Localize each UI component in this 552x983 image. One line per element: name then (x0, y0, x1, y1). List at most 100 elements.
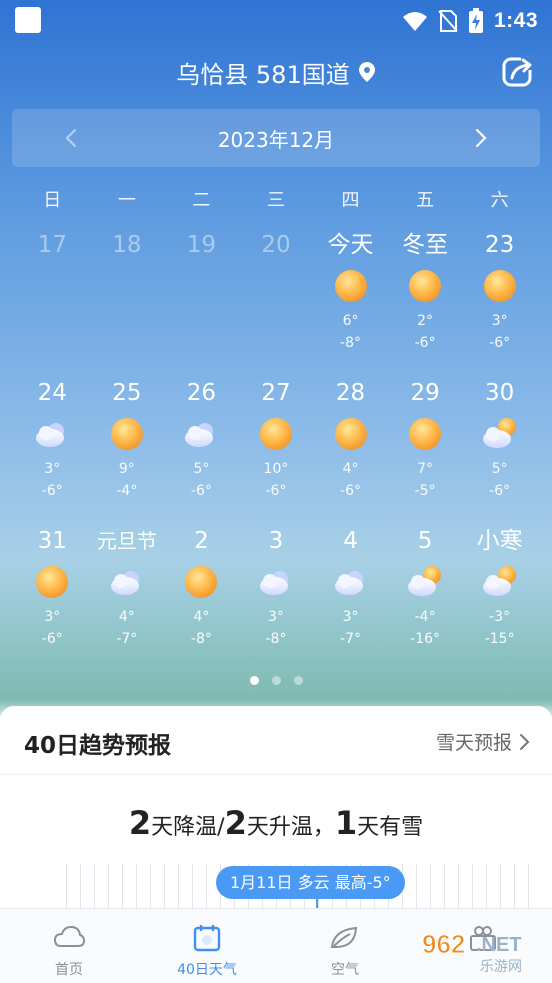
day-temps: 4° -8° (191, 606, 212, 650)
weather-icon-wrap (183, 564, 219, 600)
location-name: 乌恰县 581国道 (176, 60, 350, 89)
calendar-day[interactable]: 23 3° -6° (462, 228, 537, 376)
calendar-day[interactable]: 元旦节 4° -7° (90, 524, 165, 672)
nav-item[interactable]: 40日天气 (138, 909, 276, 983)
weather-icon-wrap (109, 416, 145, 452)
nav-label: 空气 (331, 962, 359, 978)
warming-days: 2 (224, 804, 247, 842)
calendar-day[interactable]: 3 3° -8° (239, 524, 314, 672)
calendar-day[interactable]: 25 9° -4° (90, 376, 165, 524)
day-label: 2 (194, 528, 209, 554)
calendar-day[interactable]: 今天 6° -8° (313, 228, 388, 376)
low-temp: -6° (414, 335, 436, 351)
calendar-day[interactable]: 冬至 2° -6° (388, 228, 463, 376)
day-temps: -4° -16° (410, 606, 440, 650)
day-label: 31 (37, 528, 67, 554)
weather-icon-wrap (407, 268, 443, 304)
month-label: 2023年12月 (217, 127, 335, 152)
low-temp: -5° (414, 483, 436, 499)
high-temp: 10° (263, 461, 289, 477)
day-label: 29 (410, 380, 440, 406)
calendar-day[interactable]: 29 7° -5° (388, 376, 463, 524)
calendar-grid: 17 18 19 20 今天 6° -8° 冬至 2° -6° 23 3° -6° 24 3° -6°… (15, 228, 537, 672)
warming-text: 天升温， (246, 815, 335, 840)
day-label: 3 (268, 528, 284, 554)
weather-icon-wrap (183, 416, 219, 452)
high-temp: 3° (268, 609, 284, 625)
status-time: 1:43 (493, 9, 538, 32)
low-temp: -6° (489, 483, 511, 499)
day-label: 27 (261, 380, 291, 406)
day-temps: 6° -8° (340, 310, 361, 354)
calendar-day[interactable]: 26 5° -6° (164, 376, 239, 524)
month-selector: 2023年12月 (12, 109, 540, 167)
day-label: 19 (186, 232, 217, 258)
high-temp: 3° (44, 461, 61, 477)
snow-days: 1 (334, 804, 358, 842)
weather-icon-wrap (258, 416, 294, 452)
high-temp: 3° (491, 313, 508, 329)
weather-icon-wrap (407, 564, 443, 600)
high-temp: 4° (342, 461, 359, 477)
weekday-label: 日 (43, 190, 62, 211)
day-label: 今天 (327, 232, 374, 258)
weather-icon-wrap (333, 416, 369, 452)
low-temp: -7° (340, 631, 362, 647)
weekday-label: 二 (192, 190, 211, 211)
high-temp: 3° (342, 609, 359, 625)
weather-icon-wrap (34, 564, 70, 600)
calendar-day[interactable]: 30 5° -6° (462, 376, 537, 524)
day-label: 17 (37, 232, 67, 258)
day-label: 23 (485, 232, 515, 258)
weather-icon-wrap (34, 416, 70, 452)
page-dot[interactable] (293, 676, 303, 685)
svg-text:乐游网: 乐游网 (480, 959, 522, 975)
page-dot[interactable] (249, 676, 259, 685)
snow-forecast-link[interactable]: 雪天预报 (436, 728, 530, 755)
day-temps: 3° -6° (489, 310, 510, 354)
location-selector[interactable]: 乌恰县 581国道 (176, 55, 375, 90)
calendar-icon (193, 925, 221, 952)
low-temp: -6° (489, 335, 511, 351)
weather-icon-wrap (482, 564, 518, 600)
low-temp: -7° (116, 631, 138, 647)
day-label: 26 (186, 380, 217, 406)
weather-icon-wrap (407, 416, 443, 452)
calendar-day[interactable]: 27 10° -6° (239, 376, 314, 524)
calendar-day[interactable]: 28 4° -6° (313, 376, 388, 524)
calendar-day[interactable]: 小寒 -3° -15° (462, 524, 537, 672)
sun-icon (409, 270, 442, 302)
chevron-right-icon (520, 733, 530, 750)
status-icons: 1:43 (402, 8, 538, 34)
nav-item[interactable]: 首页 (0, 909, 138, 983)
calendar-day[interactable]: 4 3° -7° (313, 524, 388, 672)
cloud-outline-icon (53, 925, 86, 947)
calendar-day[interactable]: 24 3° -6° (15, 376, 90, 524)
nav-label: 首页 (55, 962, 83, 978)
weekday-label: 三 (266, 190, 285, 211)
calendar-day[interactable]: 2 4° -8° (164, 524, 239, 672)
leaf-icon (330, 926, 358, 948)
calendar-day[interactable]: 5 -4° -16° (388, 524, 463, 672)
high-temp: 4° (193, 609, 210, 625)
trend-tooltip: 1月11日 多云 最高-5° (216, 866, 405, 899)
low-temp: -15° (484, 631, 515, 647)
next-month-icon[interactable] (468, 126, 492, 150)
partly-cloudy-icon (408, 566, 442, 596)
cloud-icon (36, 423, 65, 447)
sun-icon (334, 418, 367, 450)
day-temps: 3° -8° (265, 606, 286, 650)
weather-icon-wrap (482, 268, 518, 304)
day-label: 5 (417, 528, 433, 554)
page-dot[interactable] (271, 676, 281, 685)
divider (0, 774, 552, 775)
calendar-day[interactable]: 31 3° -6° (15, 524, 90, 672)
weekday-header: 日一二三四五六 (15, 186, 537, 212)
high-temp: -4° (414, 609, 436, 625)
svg-text:.NET: .NET (476, 934, 522, 956)
nav-item[interactable]: 空气 (276, 909, 414, 983)
calendar-day: 20 (239, 228, 314, 376)
share-icon[interactable] (501, 54, 537, 90)
high-temp: 5° (491, 461, 508, 477)
calendar-week: 31 3° -6° 元旦节 4° -7° 2 4° -8° 3 3° -8° 4 3° -7° 5 … (15, 524, 537, 672)
